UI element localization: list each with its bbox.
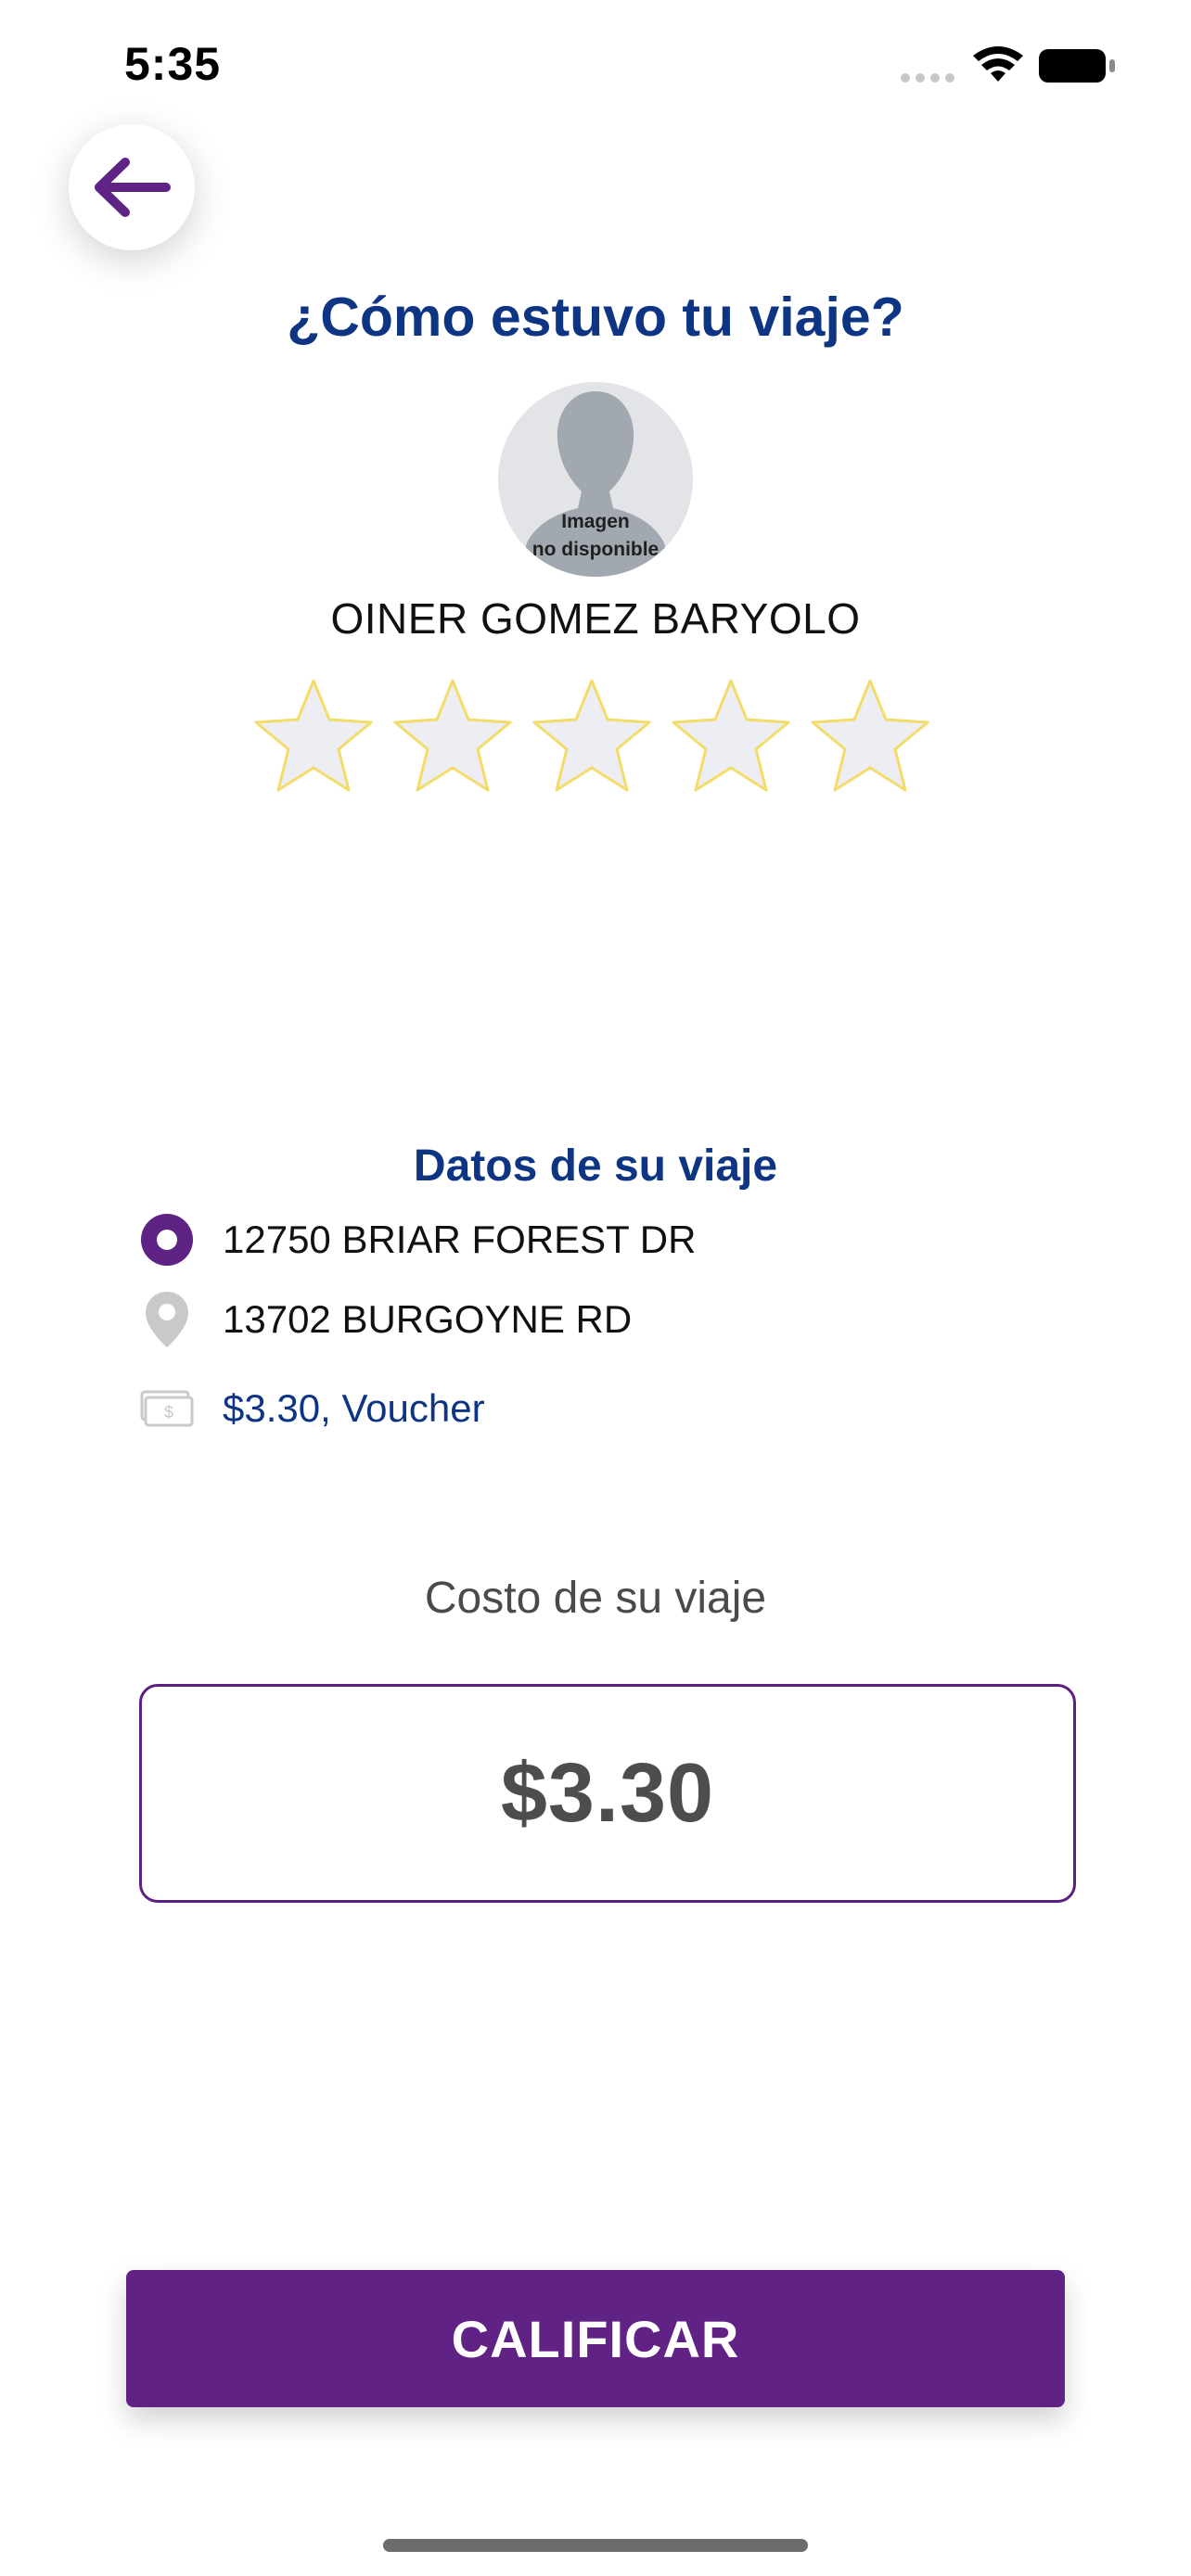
- trip-destination-row: 13702 BURGOYNE RD: [139, 1287, 632, 1352]
- rate-trip-screen: 5:35 ¿Cómo estuvo tu viaje? Imagen no di…: [0, 0, 1191, 2576]
- battery-icon: [1039, 49, 1115, 83]
- map-pin-icon: [139, 1287, 195, 1352]
- rating-stars: [249, 673, 944, 803]
- origin-radio-icon: [139, 1207, 195, 1272]
- arrow-left-icon: [95, 158, 171, 217]
- wifi-icon: [973, 46, 1023, 82]
- driver-avatar: Imagen no disponible: [498, 382, 693, 577]
- star-icon[interactable]: [527, 673, 657, 803]
- trip-origin-row: 12750 BRIAR FOREST DR: [139, 1207, 696, 1272]
- trip-section-title: Datos de su viaje: [413, 1141, 778, 1191]
- status-time: 5:35: [124, 38, 222, 90]
- star-icon[interactable]: [249, 673, 378, 803]
- star-icon[interactable]: [666, 673, 796, 803]
- svg-text:$: $: [164, 1403, 173, 1422]
- rate-button[interactable]: CALIFICAR: [126, 2270, 1065, 2407]
- trip-origin: 12750 BRIAR FOREST DR: [223, 1218, 697, 1261]
- star-icon[interactable]: [805, 673, 935, 803]
- trip-payment: $3.30, Voucher: [223, 1386, 485, 1430]
- home-indicator[interactable]: [383, 2539, 808, 2552]
- avatar-caption-line1: Imagen: [561, 511, 630, 532]
- cost-box: $3.30: [139, 1684, 1076, 1903]
- page-title: ¿Cómo estuvo tu viaje?: [287, 287, 904, 348]
- star-icon[interactable]: [388, 673, 518, 803]
- avatar-caption-line2: no disponible: [531, 539, 660, 560]
- cash-icon: $: [139, 1376, 195, 1441]
- trip-destination: 13702 BURGOYNE RD: [223, 1297, 633, 1341]
- cost-value: $3.30: [500, 1746, 715, 1840]
- back-button[interactable]: [69, 124, 195, 250]
- cost-label: Costo de su viaje: [424, 1574, 767, 1623]
- trip-payment-row: $ $3.30, Voucher: [139, 1376, 485, 1441]
- driver-name: OINER GOMEZ BARYOLO: [330, 594, 861, 643]
